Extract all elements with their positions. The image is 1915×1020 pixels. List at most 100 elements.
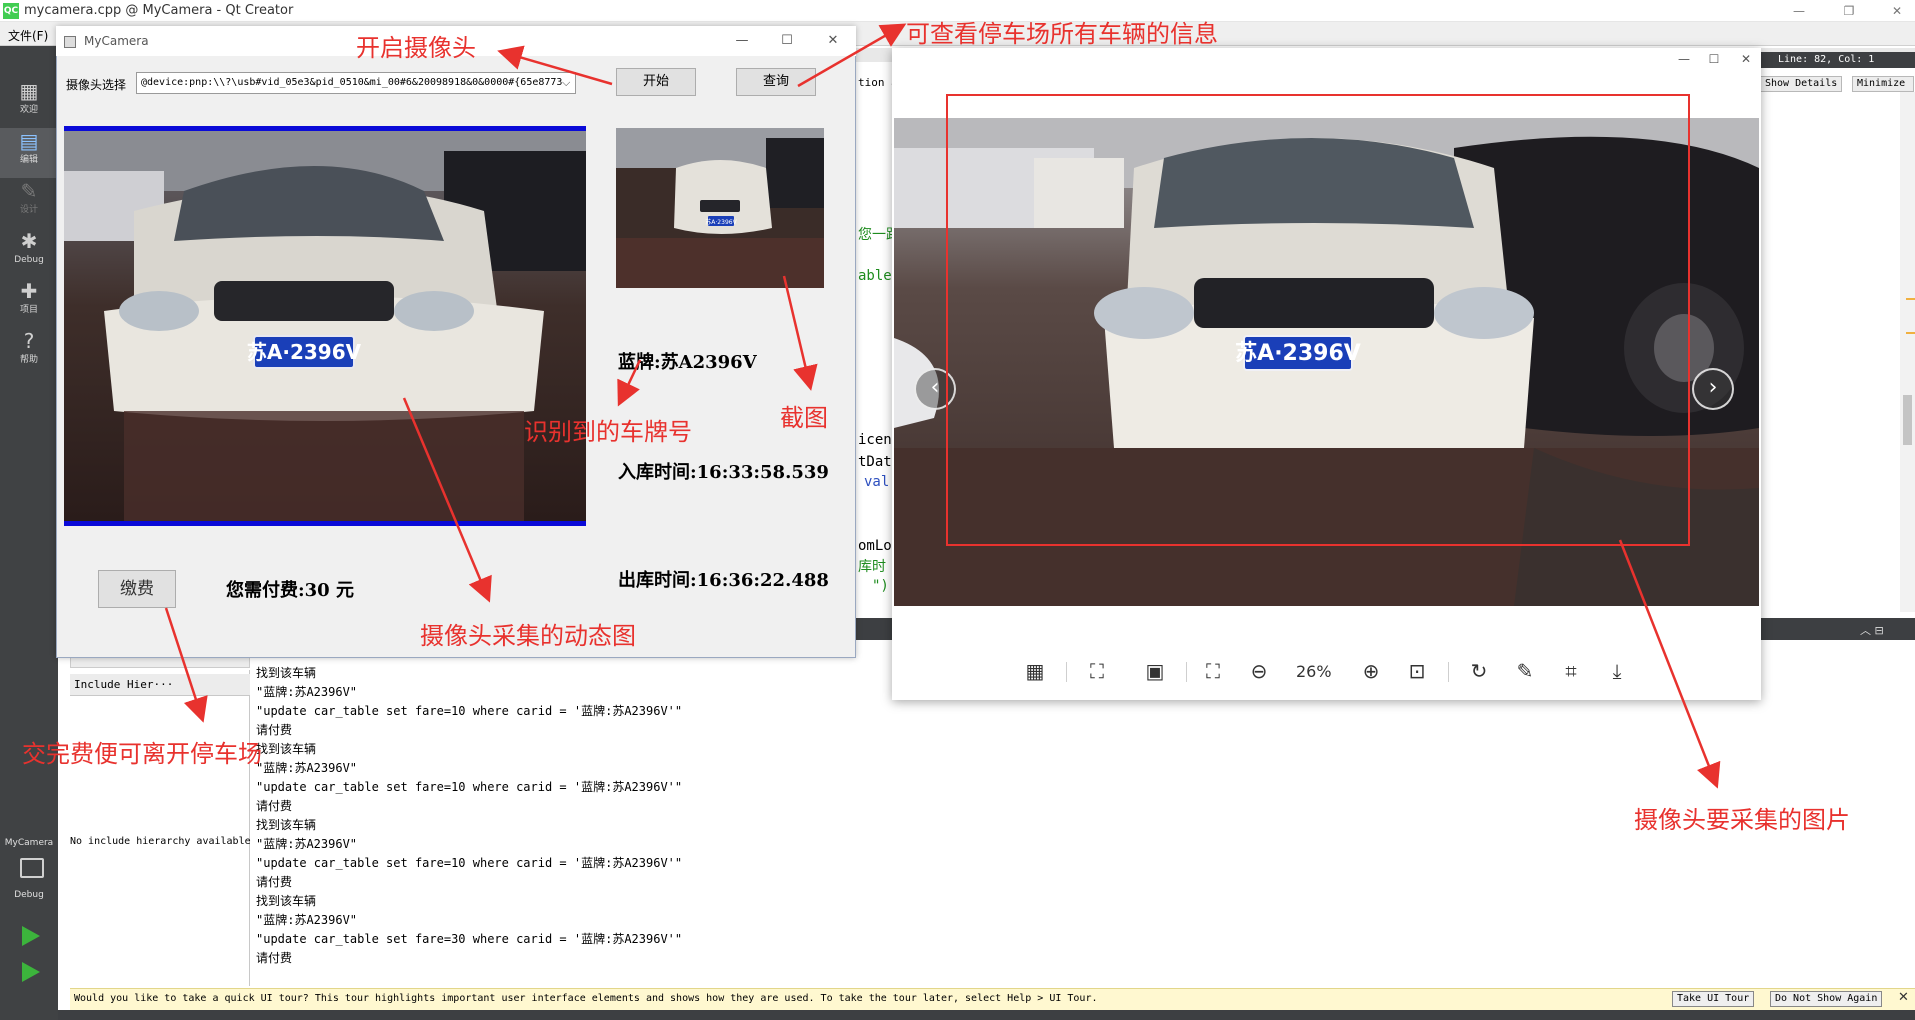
cam-minimize-icon[interactable]: — — [727, 30, 757, 52]
status-strip — [58, 1010, 1915, 1020]
toolbar-divider — [1448, 662, 1449, 682]
run-icon[interactable] — [22, 926, 40, 946]
cam-close-icon[interactable]: ✕ — [818, 30, 848, 52]
editor-scroll-thumb[interactable] — [1903, 395, 1912, 445]
wrench-icon: ✚ — [20, 279, 38, 303]
log-line: "蓝牌:苏A2396V" — [256, 913, 358, 927]
sidebar-item-label: 设计 — [19, 205, 38, 215]
menu-file[interactable]: 文件(F) — [8, 27, 48, 44]
sidebar-item-label: Debug — [14, 255, 44, 265]
window-title: mycamera.cpp @ MyCamera - Qt Creator — [24, 3, 294, 18]
show-details-button[interactable]: Show Details — [1760, 76, 1843, 92]
log-line: 请付费 — [256, 875, 293, 889]
code-fragment: tDat — [858, 454, 892, 470]
pay-button[interactable]: 缴费 — [98, 570, 176, 608]
editor-marker — [1906, 298, 1915, 300]
log-line: "update car_table set fare=10 where cari… — [256, 856, 683, 870]
code-fragment: able — [858, 268, 892, 284]
fit-screen-icon[interactable]: ⛶ — [1198, 656, 1228, 686]
include-hierarchy-combo[interactable]: Include Hier··· — [74, 678, 173, 691]
take-tour-button[interactable]: Take UI Tour — [1672, 991, 1755, 1007]
sidebar-item-debug[interactable]: ✱ Debug — [0, 228, 58, 278]
next-image-button[interactable]: › — [1692, 368, 1734, 410]
viewer-close-icon[interactable]: ✕ — [1732, 50, 1760, 68]
query-button[interactable]: 查询 — [736, 68, 816, 96]
plate-number-live: 苏A·2396V — [247, 340, 362, 364]
zoom-in-icon[interactable]: ⊕ — [1356, 656, 1386, 686]
cam-maximize-icon[interactable]: ☐ — [772, 30, 802, 52]
code-fragment: ") — [872, 578, 889, 594]
edit-icon[interactable]: ✎ — [1510, 656, 1540, 686]
mycamera-title: MyCamera — [84, 34, 149, 48]
monitor-icon[interactable] — [20, 858, 44, 878]
do-not-show-button[interactable]: Do Not Show Again — [1770, 991, 1883, 1007]
close-icon[interactable]: ✕ — [1898, 990, 1909, 1005]
viewer-maximize-icon[interactable]: ☐ — [1700, 50, 1728, 68]
car-photo-live: 苏A·2396V — [64, 131, 586, 521]
download-icon[interactable]: ⤓ — [1602, 656, 1632, 686]
cursor-position: Line: 82, Col: 1 — [1760, 52, 1915, 68]
code-fragment: icen — [858, 432, 892, 448]
sidebar-item-label: 欢迎 — [19, 105, 38, 115]
chevron-up-icon[interactable]: ︿ ⊟ — [1860, 622, 1884, 638]
sidebar-item-help[interactable]: ? 帮助 — [0, 328, 58, 378]
translate-icon[interactable]: ▣ — [1140, 656, 1170, 686]
grid-icon: ▦ — [19, 79, 39, 103]
sidebar-item-label: 项目 — [19, 305, 38, 315]
debug-run-icon[interactable] — [22, 962, 40, 982]
ocr-icon[interactable]: ⛶ — [1082, 656, 1112, 686]
entry-time-label: 入库时间:16:33:58.539 — [618, 462, 829, 483]
camera-live-view: 苏A·2396V — [64, 126, 586, 526]
zoom-out-icon[interactable]: ⊖ — [1244, 656, 1274, 686]
edit-icon: ▤ — [19, 129, 39, 153]
qt-close-icon[interactable]: ✕ — [1882, 2, 1912, 20]
log-line: "蓝牌:苏A2396V" — [256, 837, 358, 851]
crop-icon[interactable]: ⌗ — [1556, 656, 1586, 686]
viewer-minimize-icon[interactable]: — — [1670, 50, 1698, 68]
bug-icon: ✱ — [20, 229, 38, 253]
car-photo-snapshot: 苏A·2396V — [616, 128, 824, 288]
plate-number-label: 蓝牌:苏A2396V — [618, 352, 757, 373]
app-icon — [64, 36, 76, 48]
editor-marker — [1906, 332, 1915, 334]
actual-size-icon[interactable]: ⊡ — [1402, 656, 1432, 686]
code-fragment: omLo — [858, 538, 892, 554]
capture-target-frame — [946, 94, 1690, 546]
plate-number-snapshot: 苏A·2396V — [705, 218, 737, 226]
sidebar-item-label: 编辑 — [19, 155, 38, 165]
fee-label: 您需付费:30 元 — [226, 580, 354, 601]
qt-minimize-icon[interactable]: — — [1784, 2, 1814, 20]
annotation-screenshot: 截图 — [780, 404, 828, 432]
zoom-level: 26% — [1296, 662, 1332, 681]
sidebar-item-design[interactable]: ✎ 设计 — [0, 178, 58, 228]
annotation-open-camera: 开启摄像头 — [356, 34, 476, 62]
log-line: "update car_table set fare=10 where cari… — [256, 704, 683, 718]
sidebar-item-projects[interactable]: ✚ 项目 — [0, 278, 58, 328]
annotation-pay-leave: 交完费便可离开停车场 — [22, 740, 262, 768]
include-empty-message: No include hierarchy available — [70, 836, 251, 847]
ui-tour-text: Would you like to take a quick UI tour? … — [74, 993, 1098, 1004]
camera-device-select[interactable]: @device:pnp:\\?\usb#vid_05e3&pid_0510&mi… — [136, 72, 576, 94]
log-line: "update car_table set fare=30 where cari… — [256, 932, 683, 946]
log-line: 请付费 — [256, 723, 293, 737]
toolbar-divider — [1066, 662, 1067, 682]
chevron-down-icon[interactable]: ⌵ — [562, 76, 570, 90]
annotation-target-image: 摄像头要采集的图片 — [1634, 806, 1850, 834]
kit-name: MyCamera — [4, 838, 54, 848]
toolbar-divider — [1186, 662, 1187, 682]
log-line: 找到该车辆 — [256, 742, 317, 756]
exit-time-label: 出库时间:16:36:22.488 — [618, 570, 829, 591]
rotate-icon[interactable]: ↻ — [1464, 656, 1494, 686]
minimize-button[interactable]: Minimize — [1852, 76, 1914, 92]
start-button[interactable]: 开始 — [616, 68, 696, 96]
sidebar-item-edit[interactable]: ▤ 编辑 — [0, 128, 58, 178]
kit-build-mode: Debug — [14, 890, 44, 900]
camera-select-label: 摄像头选择 — [66, 78, 127, 92]
editor-scrollbar[interactable] — [1900, 92, 1915, 612]
gallery-icon[interactable]: ▦ — [1020, 656, 1050, 686]
annotation-plate-recognized: 识别到的车牌号 — [524, 418, 692, 446]
sidebar-item-welcome[interactable]: ▦ 欢迎 — [0, 78, 58, 128]
qt-restore-icon[interactable]: ❐ — [1834, 2, 1864, 20]
log-line: 请付费 — [256, 951, 293, 965]
pencil-icon: ✎ — [20, 179, 38, 203]
